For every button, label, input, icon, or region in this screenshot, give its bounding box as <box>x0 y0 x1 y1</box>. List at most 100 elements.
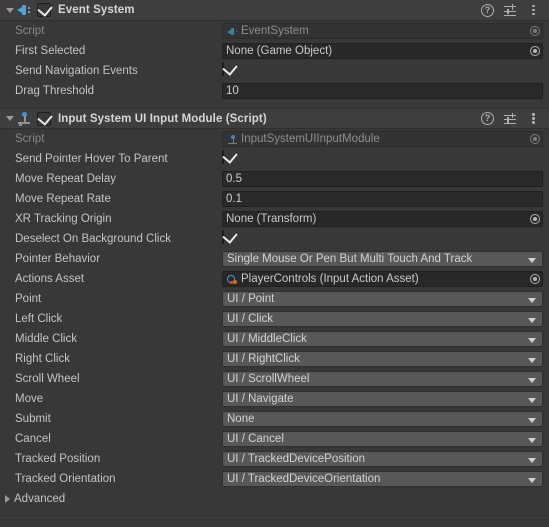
property-field: 0.1 <box>222 191 543 207</box>
object-field[interactable]: EventSystem <box>222 23 543 39</box>
property-label: Submit <box>15 413 51 425</box>
property-label: Send Pointer Hover To Parent <box>15 153 168 165</box>
foldout-label: Advanced <box>14 493 66 505</box>
object-picker-icon[interactable] <box>528 272 542 286</box>
property-label: Tracked Position <box>15 453 101 465</box>
chevron-down-icon <box>528 318 536 323</box>
component-header-input-system-ui-input-module[interactable]: Input System UI Input Module (Script)? <box>0 108 549 129</box>
property-field: UI / Click <box>222 311 543 327</box>
property-row: Middle Click UI / MiddleClick <box>0 329 549 349</box>
property-row: Pointer Behavior Single Mouse Or Pen But … <box>0 249 549 269</box>
dropdown-value: None <box>227 413 255 425</box>
component-enabled-checkbox[interactable] <box>37 1 53 17</box>
property-field: UI / Navigate <box>222 391 543 407</box>
kebab-icon[interactable] <box>527 112 539 125</box>
property-label: Middle Click <box>15 333 77 345</box>
property-label: Pointer Behavior <box>15 253 101 265</box>
property-field: UI / Cancel <box>222 431 543 447</box>
object-picker-icon[interactable] <box>528 44 542 58</box>
component-properties-event-system: Script EventSystem First Selected None (Gam… <box>0 21 549 101</box>
chevron-down-icon <box>5 7 14 13</box>
property-field: None <box>222 411 543 427</box>
chevron-down-icon <box>528 398 536 403</box>
bottom-separator-highlight <box>0 517 549 518</box>
dropdown-select[interactable]: UI / Navigate <box>222 391 543 407</box>
dropdown-select[interactable]: Single Mouse Or Pen But Multi Touch And … <box>222 251 543 267</box>
dropdown-value: UI / TrackedDevicePosition <box>227 453 366 465</box>
chevron-down-icon <box>5 116 14 121</box>
preset-icon[interactable] <box>504 112 517 125</box>
dropdown-select[interactable]: UI / ScrollWheel <box>222 371 543 387</box>
chevron-right-icon <box>5 495 10 503</box>
property-row: Actions Asset PlayerControls (Input Actio… <box>0 269 549 289</box>
kebab-icon[interactable] <box>527 4 539 17</box>
object-field-value: EventSystem <box>241 25 309 37</box>
dropdown-value: UI / MiddleClick <box>227 333 307 345</box>
help-icon[interactable]: ? <box>481 112 494 125</box>
dropdown-select[interactable]: UI / MiddleClick <box>222 331 543 347</box>
chevron-down-icon <box>528 358 536 363</box>
object-picker-icon[interactable] <box>528 212 542 226</box>
chevron-down-icon <box>528 338 536 343</box>
dropdown-value: Single Mouse Or Pen But Multi Touch And … <box>227 253 473 265</box>
text-input[interactable]: 0.1 <box>222 191 543 207</box>
component-foldout-toggle[interactable] <box>3 112 16 125</box>
property-field: UI / TrackedDeviceOrientation <box>222 471 543 487</box>
component-enabled-checkbox[interactable] <box>37 109 53 126</box>
text-input[interactable]: 10 <box>222 83 543 99</box>
dropdown-select[interactable]: None <box>222 411 543 427</box>
object-field-value: None (Game Object) <box>226 45 333 57</box>
property-field: UI / TrackedDevicePosition <box>222 451 543 467</box>
object-field[interactable]: InputSystemUIInputModule <box>222 131 543 147</box>
text-input[interactable]: 0.5 <box>222 171 543 187</box>
dropdown-select[interactable]: UI / Click <box>222 311 543 327</box>
text-input-value: 10 <box>226 85 239 97</box>
component-properties-input-system-ui-input-module: Script InputSystemUIInputModule Send Point… <box>0 129 549 509</box>
property-field: UI / RightClick <box>222 351 543 367</box>
property-row: Script InputSystemUIInputModule <box>0 129 549 149</box>
component-foldout-toggle[interactable] <box>3 4 16 17</box>
property-label: Point <box>15 293 42 305</box>
component-separator <box>0 101 549 108</box>
property-label: Deselect On Background Click <box>15 233 171 245</box>
object-field[interactable]: PlayerControls (Input Action Asset) <box>222 271 543 287</box>
property-field: 10 <box>222 83 543 99</box>
dropdown-select[interactable]: UI / Cancel <box>222 431 543 447</box>
property-label: Move Repeat Rate <box>15 193 111 205</box>
property-label: Send Navigation Events <box>15 65 138 77</box>
foldout-row-advanced[interactable]: Advanced <box>0 489 549 509</box>
component-header-event-system[interactable]: Event System? <box>0 0 549 21</box>
property-field: InputSystemUIInputModule <box>222 131 543 147</box>
property-row: Cancel UI / Cancel <box>0 429 549 449</box>
dropdown-select[interactable]: UI / TrackedDeviceOrientation <box>222 471 543 487</box>
property-label: Right Click <box>15 353 70 365</box>
object-field[interactable]: None (Game Object) <box>222 43 543 59</box>
checkbox[interactable] <box>222 60 238 76</box>
help-icon[interactable]: ? <box>481 3 494 17</box>
script-inputsystem-icon <box>226 133 239 146</box>
property-label: Cancel <box>15 433 51 445</box>
property-row: XR Tracking Origin None (Transform) <box>0 209 549 229</box>
property-row: Submit None <box>0 409 549 429</box>
property-row: Move Repeat Delay 0.5 <box>0 169 549 189</box>
dropdown-select[interactable]: UI / RightClick <box>222 351 543 367</box>
property-row: Send Navigation Events <box>0 60 549 81</box>
object-picker-icon[interactable] <box>528 132 542 146</box>
object-picker-icon[interactable] <box>528 24 542 38</box>
checkbox[interactable] <box>222 148 238 164</box>
property-field <box>222 148 543 167</box>
object-field[interactable]: None (Transform) <box>222 211 543 227</box>
text-input-value: 0.1 <box>226 193 242 205</box>
check-icon <box>222 228 238 244</box>
object-field-value: InputSystemUIInputModule <box>241 133 380 145</box>
property-label: Actions Asset <box>15 273 85 285</box>
dropdown-value: UI / Click <box>227 313 273 325</box>
dropdown-value: UI / Navigate <box>227 393 294 405</box>
property-field: EventSystem <box>222 23 543 39</box>
checkbox[interactable] <box>222 228 238 244</box>
property-row: Tracked Position UI / TrackedDevicePositi… <box>0 449 549 469</box>
property-row: Right Click UI / RightClick <box>0 349 549 369</box>
dropdown-select[interactable]: UI / Point <box>222 291 543 307</box>
dropdown-select[interactable]: UI / TrackedDevicePosition <box>222 451 543 467</box>
preset-icon[interactable] <box>504 4 517 17</box>
